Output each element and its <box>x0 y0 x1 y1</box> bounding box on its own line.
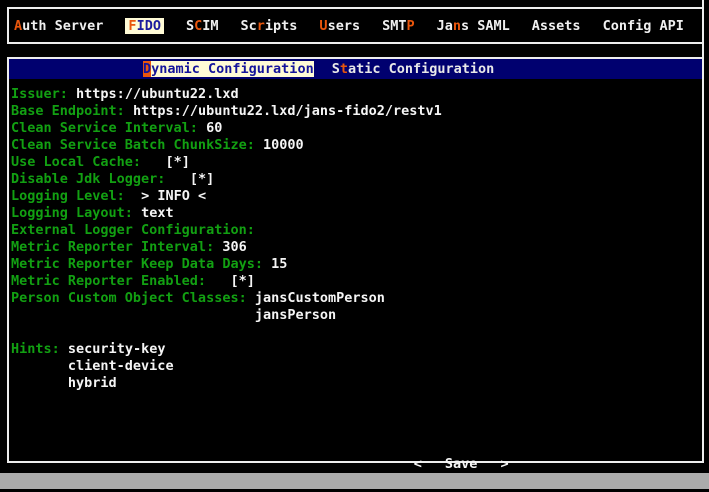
menu-item-auth-server[interactable]: Auth Server <box>14 18 103 34</box>
field-value-list[interactable]: hybrid <box>68 375 117 391</box>
field-label: Clean Service Interval: <box>11 120 198 136</box>
field-value-list[interactable]: jansCustomPerson <box>255 290 385 306</box>
save-left-arrow: < <box>414 456 422 473</box>
field-value-text[interactable]: 306 <box>222 239 246 255</box>
field-row-logging-layout: Logging Layout: text <box>11 205 702 222</box>
field-value-list[interactable]: security-key <box>68 341 166 357</box>
fido-config-panel: Dynamic Configuration Static Configuratio… <box>7 57 704 463</box>
field-value-checkbox[interactable]: [*] <box>149 154 190 170</box>
hotkey-letter: D <box>143 61 151 77</box>
hotkey-letter: P <box>406 18 414 34</box>
menu-item-config-api[interactable]: Config API <box>603 18 684 34</box>
config-fields: Issuer: https://ubuntu22.lxdBase Endpoin… <box>9 79 702 392</box>
hotkey-letter: U <box>319 18 327 34</box>
menu-item-jans-saml[interactable]: Jans SAML <box>437 18 510 34</box>
terminal-screen: Auth Server FIDO SCIM Scripts Users SMTP Jans … <box>0 0 709 492</box>
field-row-metric-reporter-interval: Metric Reporter Interval: 306 <box>11 239 702 256</box>
menu-item-scripts[interactable]: Scripts <box>241 18 298 34</box>
field-row-external-logger-configuration: External Logger Configuration: <box>11 222 702 239</box>
menu-item-users[interactable]: Users <box>319 18 360 34</box>
field-row-hints: Hints: security-key <box>11 341 702 358</box>
field-row-disable-jdk-logger: Disable Jdk Logger: [*] <box>11 171 702 188</box>
field-row-person-custom-object-classes: jansPerson <box>11 307 702 324</box>
field-row-metric-reporter-keep-data-days: Metric Reporter Keep Data Days: 15 <box>11 256 702 273</box>
tab-static-configuration[interactable]: Static Configuration <box>332 61 495 77</box>
field-label: Clean Service Batch ChunkSize: <box>11 137 255 153</box>
field-label: External Logger Configuration: <box>11 222 255 238</box>
hotkey-letter: n <box>453 18 461 34</box>
field-value-text[interactable]: text <box>141 205 174 221</box>
hotkey-letter: t <box>340 61 348 77</box>
save-label: Save <box>445 456 478 473</box>
field-value-text[interactable]: 60 <box>206 120 222 136</box>
field-label: Metric Reporter Interval: <box>11 239 214 255</box>
hotkey-letter: r <box>257 18 265 34</box>
field-value-text[interactable]: 15 <box>271 256 287 272</box>
field-value-checkbox[interactable]: [*] <box>214 273 255 289</box>
hotkey-letter: F <box>128 18 136 34</box>
field-label: Issuer: <box>11 86 68 102</box>
field-row-clean-service-interval: Clean Service Interval: 60 <box>11 120 702 137</box>
field-row-base-endpoint: Base Endpoint: https://ubuntu22.lxd/jans… <box>11 103 702 120</box>
field-label: Logging Level: <box>11 188 125 204</box>
field-value-list[interactable]: client-device <box>68 358 174 374</box>
field-row-use-local-cache: Use Local Cache: [*] <box>11 154 702 171</box>
field-row-person-custom-object-classes: Person Custom Object Classes: jansCustom… <box>11 290 702 307</box>
field-row-issuer: Issuer: https://ubuntu22.lxd <box>11 86 702 103</box>
save-right-arrow: > <box>500 456 508 473</box>
field-row-clean-service-batch-chunksize: Clean Service Batch ChunkSize: 10000 <box>11 137 702 154</box>
field-row-metric-reporter-enabled: Metric Reporter Enabled: [*] <box>11 273 702 290</box>
field-label: Use Local Cache: <box>11 154 141 170</box>
hotkey-letter: A <box>14 18 22 34</box>
blank-row <box>11 324 702 341</box>
field-label: Hints: <box>11 341 60 357</box>
field-label: Person Custom Object Classes: <box>11 290 247 306</box>
menu-item-smtp[interactable]: SMTP <box>382 18 415 34</box>
menu-item-assets[interactable]: Assets <box>532 18 581 34</box>
field-value-list[interactable]: jansPerson <box>255 307 336 323</box>
field-row-hints: client-device <box>11 358 702 375</box>
field-label: Logging Layout: <box>11 205 133 221</box>
status-bar <box>0 473 709 489</box>
field-label: Base Endpoint: <box>11 103 125 119</box>
hotkey-letter: C <box>194 18 202 34</box>
menu-item-fido[interactable]: FIDO <box>125 18 164 34</box>
field-row-logging-level: Logging Level: > INFO < <box>11 188 702 205</box>
tab-dynamic-configuration[interactable]: Dynamic Configuration <box>143 61 314 77</box>
field-value-text[interactable]: https://ubuntu22.lxd <box>76 86 239 102</box>
field-value-text[interactable]: 10000 <box>263 137 304 153</box>
field-value-select[interactable]: > INFO < <box>133 188 206 204</box>
menu-item-scim[interactable]: SCIM <box>186 18 219 34</box>
save-button[interactable]: < Save > <box>414 456 509 473</box>
tab-bar: Dynamic Configuration Static Configuratio… <box>9 59 702 79</box>
field-value-text[interactable]: https://ubuntu22.lxd/jans-fido2/restv1 <box>133 103 442 119</box>
field-value-checkbox[interactable]: [*] <box>174 171 215 187</box>
field-row-hints: hybrid <box>11 375 702 392</box>
field-label: Metric Reporter Enabled: <box>11 273 206 289</box>
field-label: Metric Reporter Keep Data Days: <box>11 256 263 272</box>
field-label: Disable Jdk Logger: <box>11 171 165 187</box>
top-menu-bar: Auth Server FIDO SCIM Scripts Users SMTP Jans … <box>7 7 704 44</box>
